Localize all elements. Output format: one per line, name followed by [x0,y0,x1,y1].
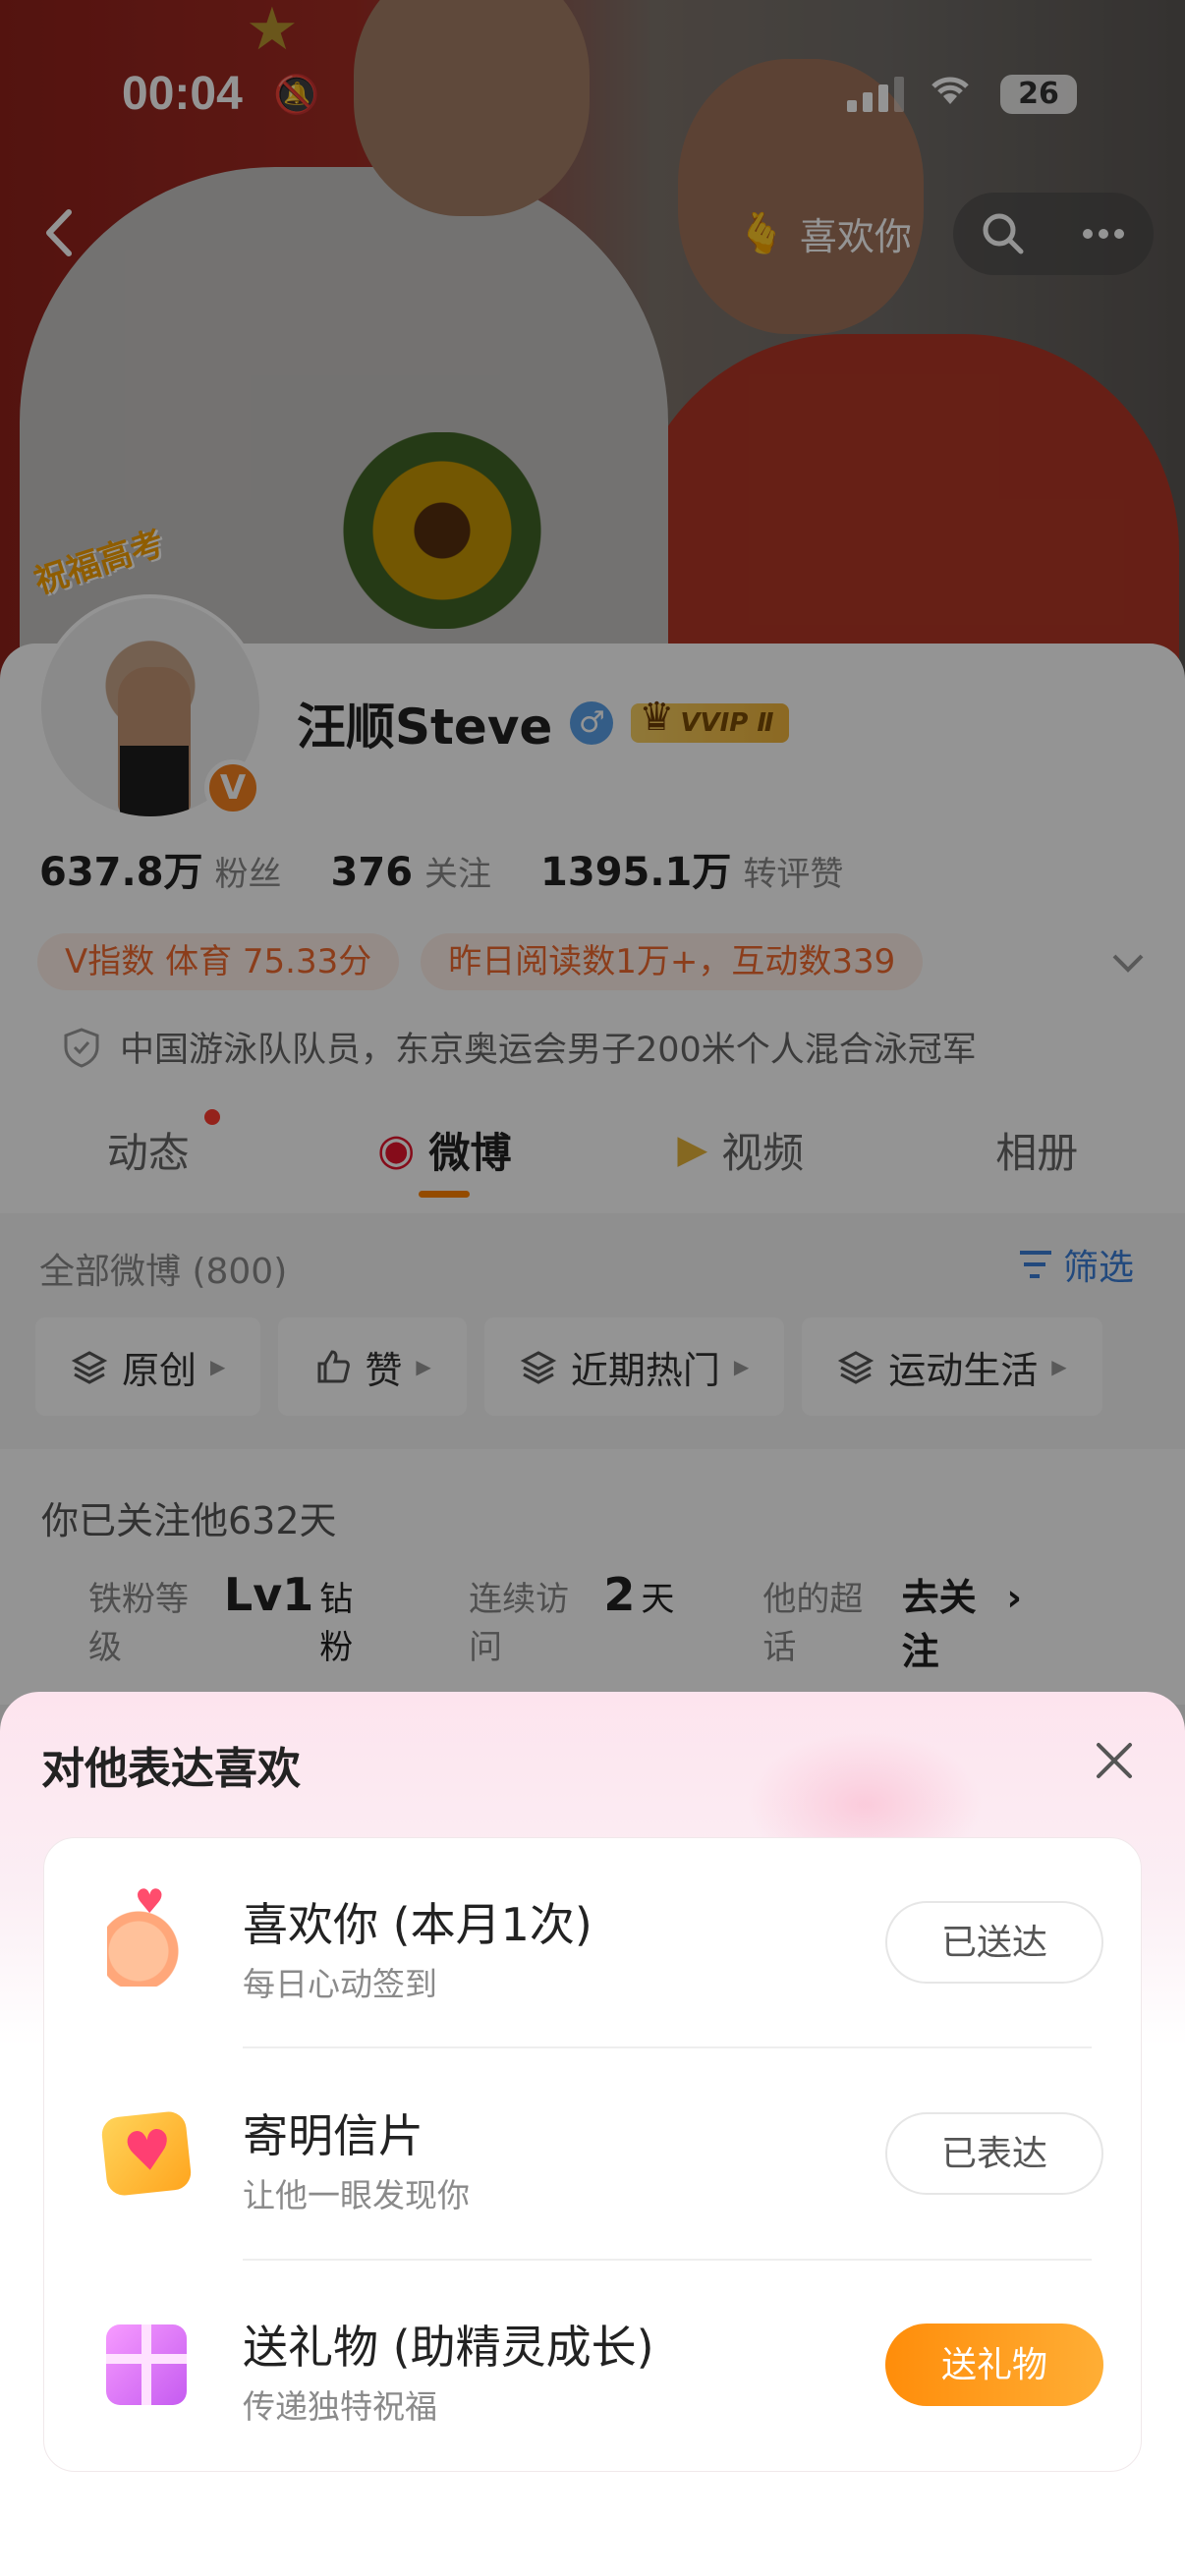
option-subtitle: 让他一眼发现你 [243,2176,470,2214]
postcard-heart-icon [99,2106,194,2201]
express-like-sheet: 对他表达喜欢 喜欢你 (本月1次) 每日心动签到 已送达 寄明信片 让他一眼发现… [0,1692,1185,2576]
option-subtitle: 每日心动签到 [243,1965,437,2003]
option-like-you[interactable]: 喜欢你 (本月1次) 每日心动签到 已送达 [44,1838,1143,2049]
finger-heart-icon [99,1882,194,1989]
sheet-title: 对他表达喜欢 [41,1744,301,1794]
close-button[interactable] [1089,1735,1140,1786]
option-postcard[interactable]: 寄明信片 让他一眼发现你 已表达 [44,2049,1143,2261]
option-title: 送礼物 (助精灵成长) [243,2321,654,2374]
gift-box-icon [99,2318,194,2412]
delivered-button[interactable]: 已送达 [885,1901,1103,1984]
divider [243,2046,1092,2048]
send-gift-button[interactable]: 送礼物 [885,2324,1103,2406]
option-gift[interactable]: 送礼物 (助精灵成长) 传递独特祝福 送礼物 [44,2261,1143,2472]
option-title: 喜欢你 (本月1次) [243,1898,592,1951]
like-options-card: 喜欢你 (本月1次) 每日心动签到 已送达 寄明信片 让他一眼发现你 已表达 送… [43,1837,1142,2472]
expressed-button[interactable]: 已表达 [885,2112,1103,2195]
option-subtitle: 传递独特祝福 [243,2387,437,2426]
close-icon [1097,1743,1132,1778]
option-title: 寄明信片 [243,2109,423,2162]
